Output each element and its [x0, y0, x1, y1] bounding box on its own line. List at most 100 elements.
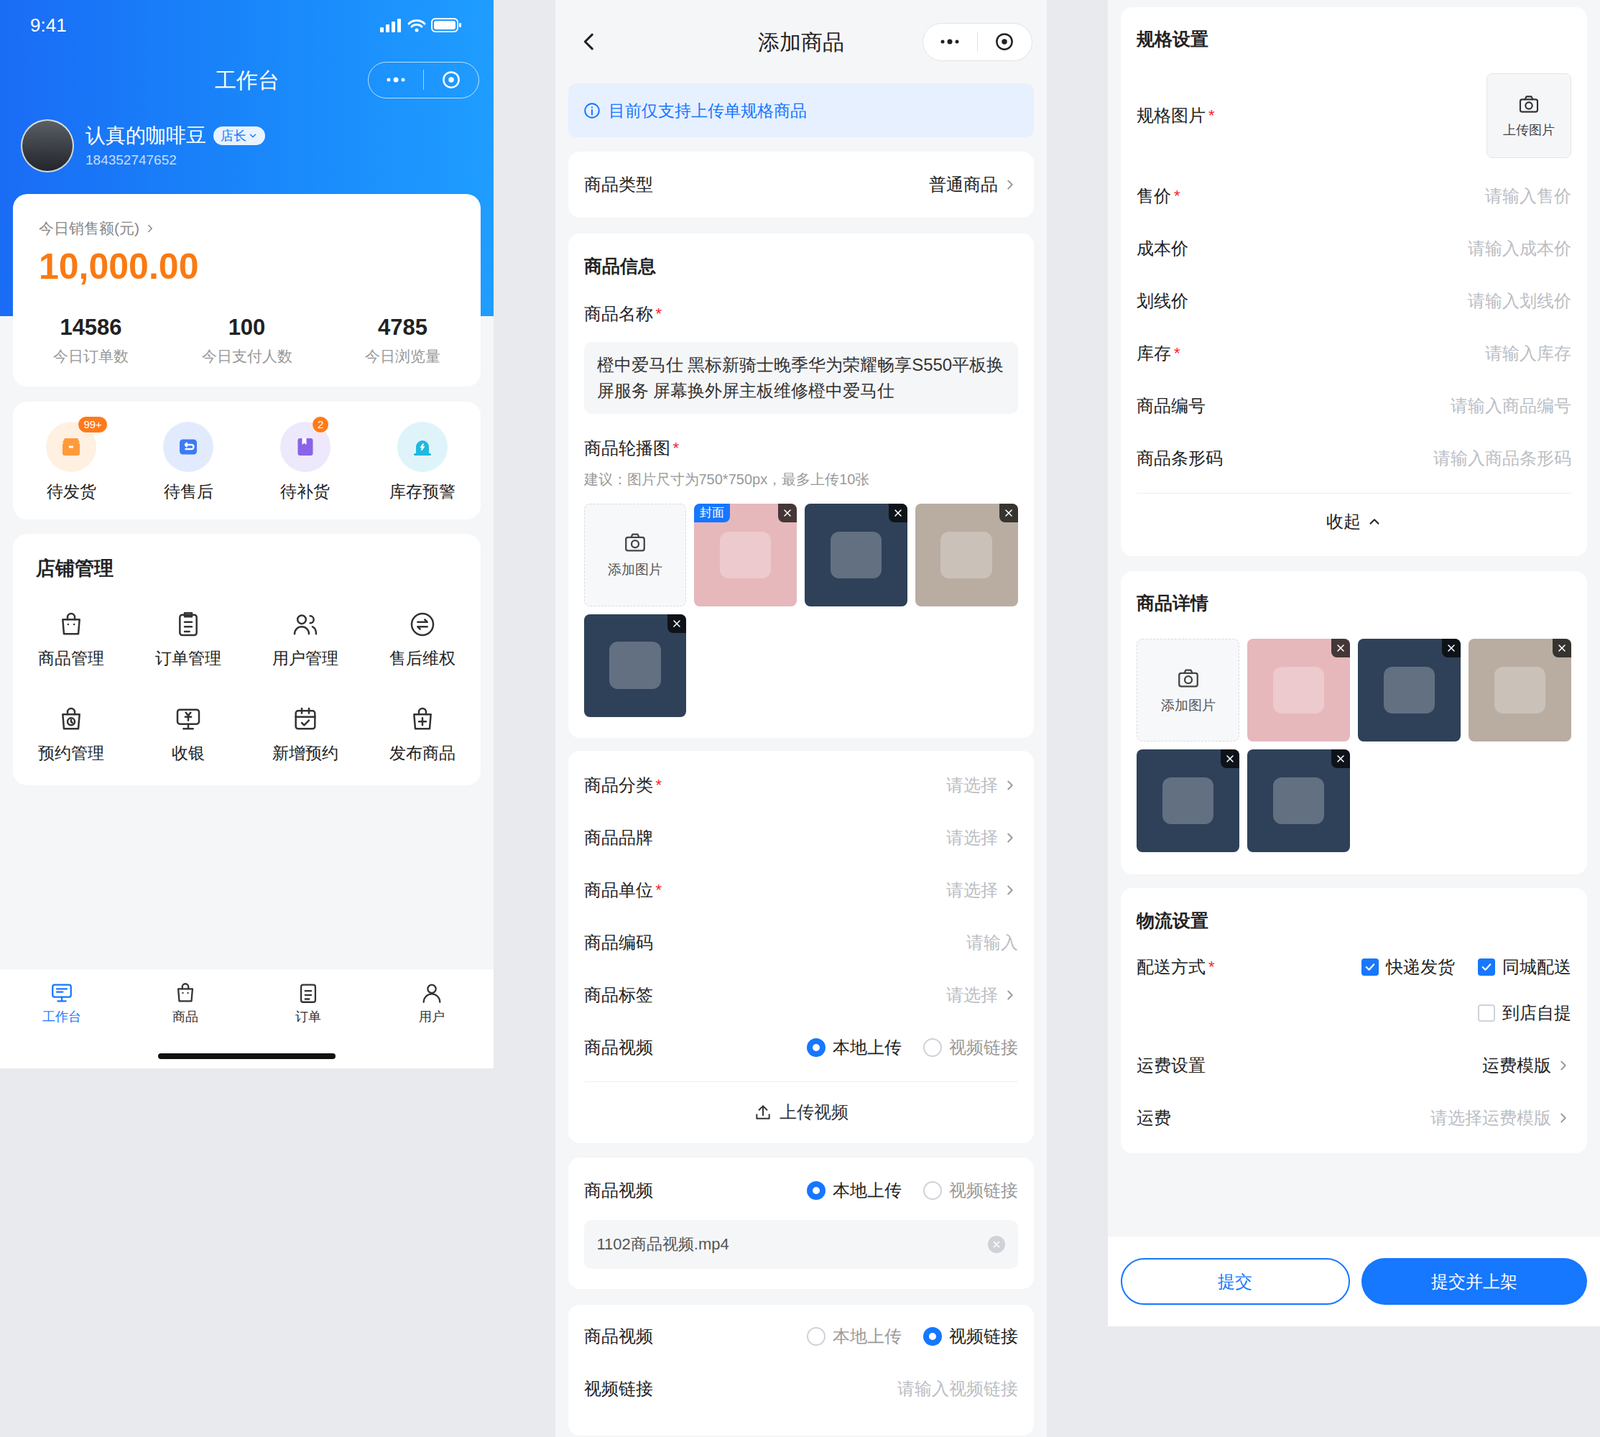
remove-image-button[interactable] [1331, 749, 1350, 769]
form-row[interactable]: 售价* [1120, 169, 1588, 223]
select-value[interactable]: 请选择 [946, 982, 1019, 1008]
radio-option[interactable]: 本地上传 [806, 1178, 902, 1203]
stat-item[interactable]: 4785今日浏览量 [324, 313, 481, 367]
select-value[interactable]: 请选择 [946, 825, 1019, 850]
capsule-menu[interactable] [922, 22, 1033, 62]
product-image[interactable] [1357, 638, 1461, 742]
text-input[interactable] [1199, 288, 1572, 314]
close-button[interactable] [423, 68, 479, 91]
tab-item[interactable]: 订单 [247, 980, 371, 1026]
select-value[interactable]: 普通商品 [928, 172, 1019, 197]
tab-label[interactable]: 商品 [172, 1007, 199, 1026]
shop-item[interactable]: 用户管理 [247, 609, 365, 669]
role-badge[interactable]: 店长 [213, 126, 266, 146]
tab-item[interactable]: 商品 [123, 980, 248, 1026]
radio-label[interactable]: 本地上传 [832, 1324, 902, 1349]
product-image[interactable] [1136, 749, 1240, 853]
radio-option[interactable]: 本地上传 [806, 1324, 902, 1349]
remove-image-button[interactable] [888, 503, 908, 523]
upload-video-button[interactable]: 上传视频 [568, 1081, 1034, 1144]
checkbox[interactable] [1477, 1004, 1496, 1022]
remove-image-button[interactable] [1552, 638, 1572, 658]
remove-image-button[interactable] [1331, 638, 1350, 658]
product-image[interactable] [1247, 638, 1350, 742]
back-button[interactable] [569, 29, 680, 54]
shop-item[interactable]: 商品管理 [12, 609, 131, 669]
select-value[interactable]: 请选择 [946, 773, 1019, 798]
product-image[interactable] [915, 503, 1019, 607]
radio-button[interactable] [806, 1326, 826, 1346]
close-button[interactable] [977, 30, 1032, 53]
stat-item[interactable]: 100今日支付人数 [168, 313, 325, 367]
shop-item[interactable]: 售后维权 [363, 609, 481, 669]
video-link-input[interactable] [664, 1375, 1019, 1402]
option-label[interactable]: 快递发货 [1385, 954, 1455, 980]
remove-image-button[interactable] [1220, 749, 1240, 769]
radio-option[interactable]: 视频链接 [923, 1324, 1019, 1349]
submit-button[interactable]: 提交 [1120, 1258, 1350, 1305]
shop-item[interactable]: 发布商品 [363, 704, 481, 764]
sales-label-row[interactable]: 今日销售额(元) [12, 218, 481, 239]
form-row[interactable]: 商品单位*请选择 [568, 864, 1034, 917]
remove-image-button[interactable] [999, 503, 1019, 523]
delivery-option[interactable]: 到店自提 [1477, 1000, 1572, 1026]
name-textarea[interactable]: 橙中爱马仕 黑标新骑士晚季华为荣耀畅享S550平板换屏服务 屏幕换外屏主板维修橙… [584, 341, 1019, 414]
product-image[interactable] [584, 614, 687, 718]
select-value[interactable]: 请选择 [946, 877, 1019, 903]
shop-item[interactable]: 新增预约 [247, 704, 365, 764]
text-input[interactable] [1191, 183, 1572, 210]
product-image[interactable] [804, 503, 908, 607]
text-input[interactable] [1234, 445, 1572, 472]
upload-image-button[interactable]: 上传图片 [1486, 73, 1572, 159]
text-input[interactable] [1199, 235, 1572, 262]
video-file-field[interactable]: 1102商品视频.mp4 [584, 1219, 1019, 1269]
form-row[interactable]: 库存* [1120, 326, 1588, 380]
radio-label[interactable]: 本地上传 [832, 1035, 902, 1060]
checkbox[interactable] [1477, 958, 1496, 976]
select-value[interactable]: 请选择运费模版 [1430, 1105, 1572, 1131]
radio-button[interactable] [806, 1038, 826, 1057]
shortcut-item[interactable]: 库存预警 [363, 421, 481, 503]
add-image-button[interactable]: 添加图片 [584, 503, 687, 607]
remove-image-button[interactable] [1441, 638, 1461, 658]
form-row[interactable]: 划线价 [1120, 274, 1588, 327]
clear-button[interactable] [987, 1235, 1006, 1253]
product-image[interactable]: 封面 [694, 503, 797, 607]
remove-image-button[interactable] [778, 503, 797, 523]
shop-item[interactable]: 收银 [130, 704, 248, 764]
radio-option[interactable]: 视频链接 [923, 1035, 1019, 1060]
radio-label[interactable]: 本地上传 [832, 1178, 902, 1203]
shop-item[interactable]: 订单管理 [130, 609, 248, 669]
option-label[interactable]: 同城配送 [1502, 954, 1572, 980]
form-row[interactable]: 商品分类*请选择 [568, 759, 1034, 812]
radio-option[interactable]: 本地上传 [806, 1035, 902, 1060]
radio-button[interactable] [923, 1181, 942, 1200]
capsule-menu[interactable] [367, 61, 480, 99]
tab-label[interactable]: 工作台 [42, 1007, 82, 1026]
form-row[interactable]: 商品品牌请选择 [568, 811, 1034, 865]
select-value[interactable]: 运费模版 [1482, 1053, 1572, 1078]
tab-item[interactable]: 工作台 [0, 980, 124, 1026]
form-row[interactable]: 成本价 [1120, 222, 1588, 275]
shortcut-item[interactable]: 99+待发货 [12, 421, 131, 503]
form-row[interactable]: 商品编码 [568, 916, 1034, 970]
text-input[interactable] [1191, 340, 1572, 367]
option-label[interactable]: 到店自提 [1502, 1000, 1572, 1026]
tab-label[interactable]: 订单 [295, 1007, 322, 1026]
delivery-option[interactable]: 同城配送 [1477, 954, 1572, 980]
form-row[interactable]: 商品编号 [1120, 379, 1588, 432]
radio-label[interactable]: 视频链接 [949, 1178, 1019, 1203]
add-image-button[interactable]: 添加图片 [1136, 638, 1240, 742]
tab-item[interactable]: 用户 [370, 980, 494, 1026]
radio-button[interactable] [806, 1181, 826, 1200]
radio-button[interactable] [923, 1038, 942, 1057]
submit-publish-button[interactable]: 提交并上架 [1361, 1258, 1588, 1305]
remove-image-button[interactable] [667, 614, 687, 633]
collapse-button[interactable]: 收起 [1120, 493, 1588, 550]
radio-option[interactable]: 视频链接 [923, 1178, 1019, 1203]
shop-item[interactable]: 预约管理 [12, 704, 131, 764]
radio-label[interactable]: 视频链接 [949, 1324, 1019, 1349]
delivery-option[interactable]: 快递发货 [1361, 954, 1455, 980]
form-row[interactable]: 商品标签请选择 [568, 969, 1034, 1022]
product-type-row[interactable]: 商品类型普通商品 [568, 151, 1034, 218]
